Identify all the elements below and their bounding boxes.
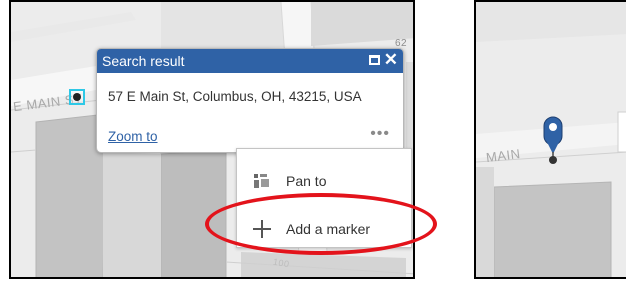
map-marker-pin-icon[interactable] [540,112,566,170]
search-result-popup: Search result ✕ 57 E Main St, Columbus, … [96,48,404,153]
popup-title: Search result [102,53,185,69]
map-panel-right[interactable]: MAIN [474,0,626,279]
popup-header: Search result ✕ [97,49,403,73]
popup-address: 57 E Main St, Columbus, OH, 43215, USA [108,89,362,104]
menu-item-label: Pan to [286,173,327,189]
location-dot-icon [73,93,81,101]
pan-icon [251,170,273,192]
maximize-icon[interactable] [369,55,380,65]
close-icon[interactable]: ✕ [384,50,398,70]
highlight-annotation-ellipse [205,193,437,255]
more-options-icon[interactable]: ••• [370,125,390,143]
zoom-to-link[interactable]: Zoom to [108,129,158,144]
